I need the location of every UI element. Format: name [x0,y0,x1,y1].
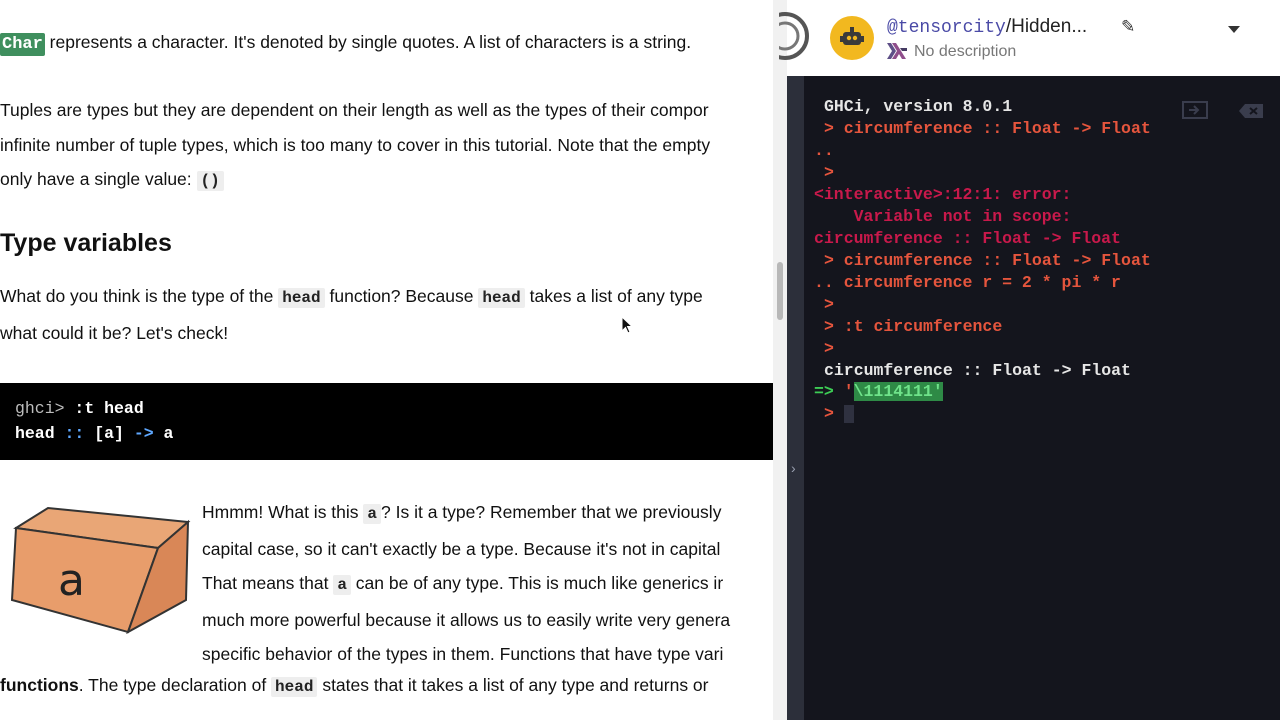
result-arrow: => [814,382,834,401]
console-line: > [824,163,834,182]
unit-code: () [196,171,224,191]
chevron-down-icon[interactable] [1228,26,1240,33]
paragraph-tuples: Tuples are types but they are dependent … [0,93,710,199]
console-line: > :t circumference [824,317,1003,336]
tutorial-pane: Char represents a character. It's denote… [0,0,773,720]
clear-console-icon[interactable] [1238,103,1264,124]
code-head: head [478,288,525,308]
code-a: a [363,504,382,524]
console-line: .. [814,141,834,160]
head-line-1: What do you think is the type of the hea… [0,286,703,308]
console-line: > circumference :: Float -> Float [824,251,1151,270]
paragraph-type-variable: Hmmm! What is this a? Is it a type? Reme… [202,502,731,664]
tuples-line-3: only have a single value: () [0,162,710,199]
console-line: > circumference :: Float -> Float [824,119,1151,138]
console-line: circumference :: Float -> Float [824,361,1131,380]
repl-header: @tensorcity/Hidden... ✎ No description [779,0,1280,76]
box-letter: a [58,555,85,606]
head-line-2: what could it be? Let's check! [0,322,229,343]
console-line: > [824,339,834,358]
scrollbar-thumb[interactable] [777,262,783,320]
tutorial-scrollbar[interactable] [773,0,787,720]
tuples-line-1: Tuples are types but they are dependent … [0,100,709,120]
repl-title[interactable]: @tensorcity/Hidden... [887,16,1087,38]
paragraph-char: Char represents a character. It's denote… [0,25,691,63]
fullscreen-icon[interactable] [1182,101,1209,124]
robot-icon [840,27,864,45]
selected-text: \1114111' [853,382,943,401]
repl-logo-icon [779,12,809,60]
code-a: a [333,575,351,595]
box-illustration: a [10,506,191,635]
console-line: .. circumference r = 2 * pi * r [814,273,1121,292]
repl-name[interactable]: /Hidden... [1006,16,1087,37]
console-result-line: => '\1114111' [814,382,943,401]
code-block: ghci> :t head head :: [a] -> a [0,383,773,460]
haskell-icon [887,43,907,59]
console-line: circumference :: Float -> Float [814,229,1121,248]
input-prompt: > [824,404,834,423]
char-highlight: Char [0,33,45,56]
pane-gutter[interactable]: › [787,76,804,720]
console-line: Variable not in scope: [814,207,1072,226]
avatar[interactable] [830,16,874,60]
chevron-right-icon[interactable]: › [791,460,796,476]
ghci-console[interactable]: GHCi, version 8.0.1> circumference :: Fl… [804,76,1280,720]
edit-pencil-icon[interactable]: ✎ [1121,17,1135,37]
code-head: head [278,288,325,308]
console-line: <interactive>:12:1: error: [814,185,1072,204]
repl-description[interactable]: No description [914,43,1016,61]
mouse-cursor-icon [621,316,633,334]
paragraph-head-question: What do you think is the type of the hea… [0,279,703,350]
paragraph-polymorphic: functions. The type declaration of head … [0,675,709,697]
console-line: > [824,295,834,314]
text-cursor[interactable] [843,404,854,423]
console-line: GHCi, version 8.0.1 [824,97,1013,116]
code-head: head [271,677,318,697]
section-heading-type-variables: Type variables [0,229,172,257]
ghci-prompt: ghci> [15,399,65,418]
console-input-line[interactable]: > [824,403,854,425]
repl-owner[interactable]: @tensorcity [887,18,1006,38]
tuples-line-2: infinite number of tuple types, which is… [0,134,711,155]
paragraph-char-text: represents a character. It's denoted by … [44,32,692,52]
